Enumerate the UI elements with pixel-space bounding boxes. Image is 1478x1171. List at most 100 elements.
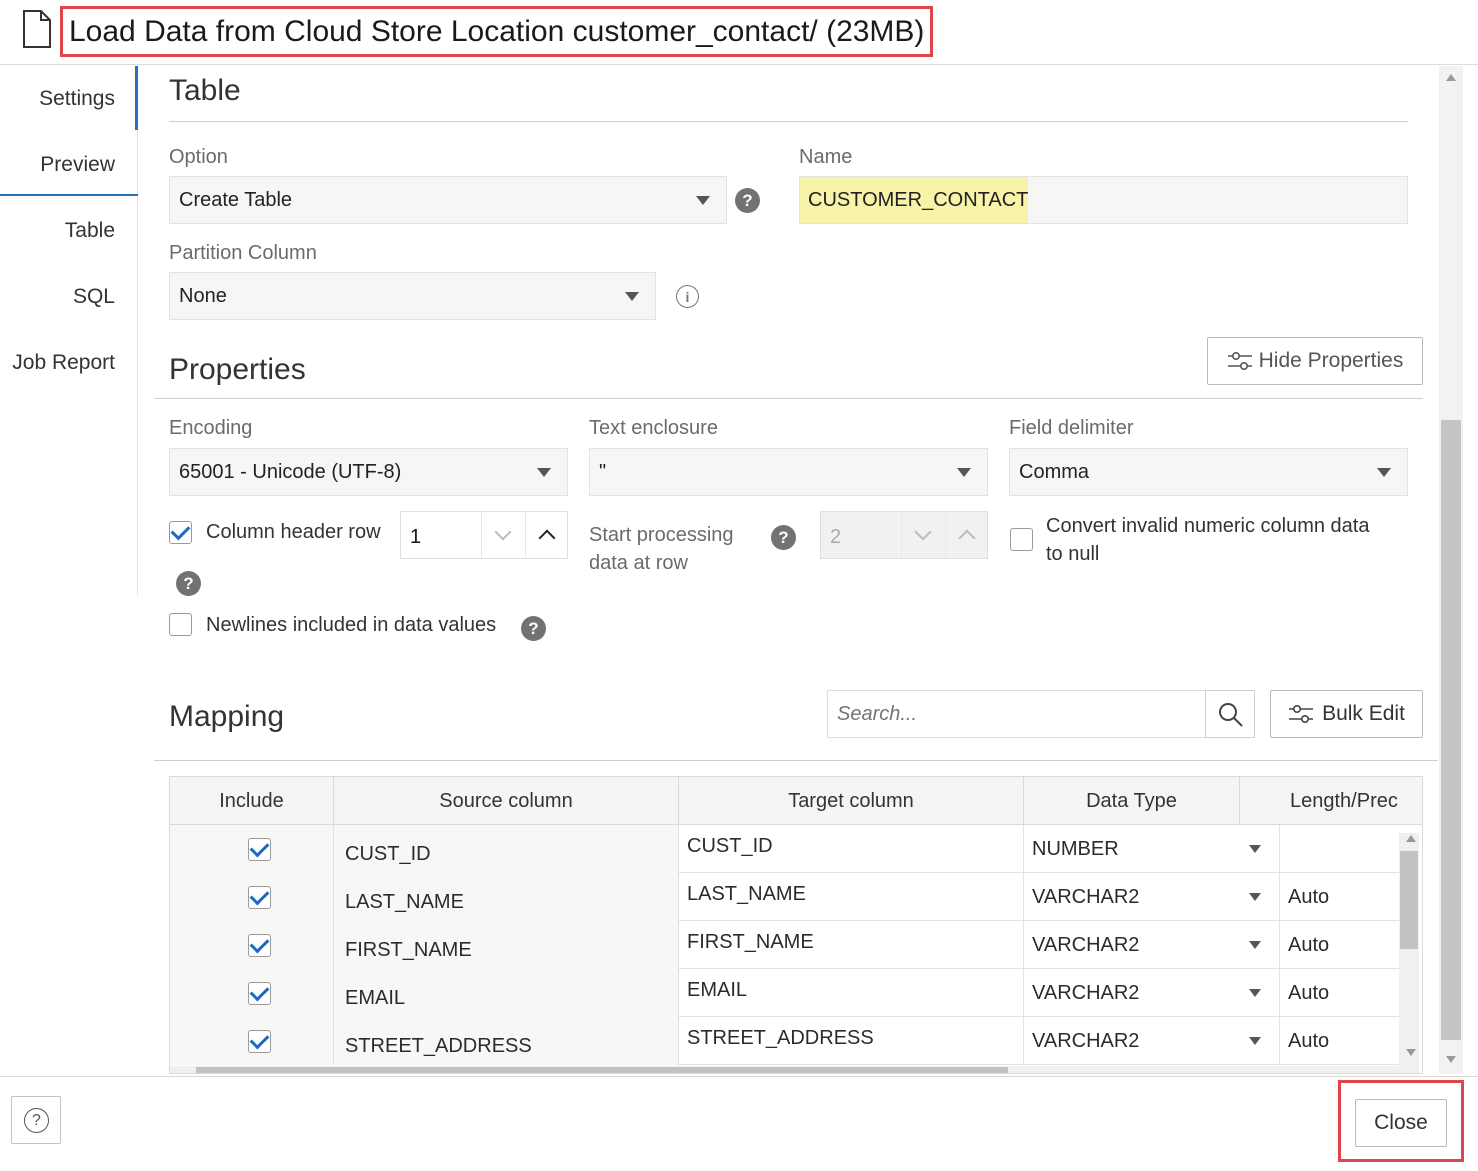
start-processing-stepper[interactable]: 2 [820,511,988,559]
column-header-stepper[interactable]: 1 [400,511,568,559]
bulk-edit-label: Bulk Edit [1322,702,1405,725]
panel-vertical-scrollbar[interactable] [1439,66,1463,1074]
include-checkbox[interactable] [248,886,271,909]
search-button[interactable] [1205,690,1255,738]
length-cell[interactable]: Auto [1280,1017,1400,1065]
column-header-data-type[interactable]: Data Type [1024,777,1240,825]
encoding-select[interactable]: 65001 - Unicode (UTF-8) [169,448,568,496]
mapping-heading: Mapping [169,700,285,733]
target-cell[interactable]: EMAIL [679,969,1024,1017]
include-checkbox[interactable] [248,934,271,957]
include-checkbox[interactable] [248,982,271,1005]
column-header-include[interactable]: Include [170,777,334,825]
data-type-value: VARCHAR2 [1032,1029,1140,1052]
bulk-edit-button[interactable]: Bulk Edit [1270,690,1423,738]
hide-properties-button[interactable]: Hide Properties [1207,337,1423,385]
chevron-down-icon [1377,468,1391,477]
include-checkbox[interactable] [248,838,271,861]
chevron-down-icon [1249,941,1261,949]
field-delimiter-select[interactable]: Comma [1009,448,1408,496]
column-header-source[interactable]: Source column [334,777,679,825]
data-type-cell[interactable]: NUMBER [1024,825,1280,873]
include-cell [170,1017,334,1065]
dialog-title: Load Data from Cloud Store Location cust… [69,14,925,48]
help-icon[interactable]: ? [521,616,546,641]
scrollbar-thumb[interactable] [1400,851,1418,949]
decrement-button[interactable] [481,512,523,558]
help-button[interactable]: ? [11,1096,61,1144]
help-icon[interactable]: ? [771,525,796,550]
length-cell[interactable]: Auto [1280,921,1400,969]
chevron-down-icon [696,196,710,205]
increment-button[interactable] [525,512,567,558]
chevron-down-icon [537,468,551,477]
target-cell[interactable]: FIRST_NAME [679,921,1024,969]
partition-select[interactable]: None [169,272,656,320]
data-type-cell[interactable]: VARCHAR2 [1024,921,1280,969]
search-input[interactable] [828,691,1204,737]
load-data-dialog: Load Data from Cloud Store Location cust… [0,0,1478,1171]
convert-null-label-line1: Convert invalid numeric column data [1046,515,1370,537]
newlines-label: Newlines included in data values [206,614,497,636]
column-header-target[interactable]: Target column [679,777,1024,825]
nav-item-settings[interactable]: Settings [39,87,115,111]
source-cell: CUST_ID [334,825,679,873]
table-heading: Table [169,74,241,107]
source-cell: STREET_ADDRESS [334,1017,679,1065]
chevron-down-icon [957,468,971,477]
length-cell[interactable]: Auto [1280,873,1400,921]
convert-null-checkbox[interactable] [1010,528,1033,551]
scrollbar-thumb[interactable] [1441,420,1461,1040]
option-select[interactable]: Create Table [169,176,727,224]
target-cell[interactable]: CUST_ID [679,825,1024,873]
newlines-checkbox[interactable] [169,613,192,636]
length-cell[interactable] [1280,825,1400,873]
column-header-length[interactable]: Length/Prec [1240,777,1400,825]
option-label: Option [169,146,228,168]
nav-item-preview[interactable]: Preview [40,153,115,177]
nav-item-table[interactable]: Table [65,219,115,243]
chevron-down-icon [1249,893,1261,901]
data-type-cell[interactable]: VARCHAR2 [1024,969,1280,1017]
dialog-footer: ? Close [0,1076,1478,1171]
increment-button[interactable] [945,512,987,558]
decrement-button[interactable] [901,512,943,558]
nav-item-sql[interactable]: SQL [73,285,115,309]
include-cell [170,969,334,1017]
partition-label: Partition Column [169,242,317,264]
close-button[interactable]: Close [1355,1099,1447,1147]
text-enclosure-value: " [599,460,607,483]
properties-heading: Properties [169,353,306,386]
nav-item-job-report[interactable]: Job Report [12,351,115,375]
data-type-cell[interactable]: VARCHAR2 [1024,873,1280,921]
scrollbar-thumb[interactable] [196,1067,1008,1073]
column-header-checkbox[interactable] [169,521,192,544]
nav-active-underline [0,194,138,196]
name-value: CUSTOMER_CONTACT [800,177,1028,223]
settings-panel: Table Option Create Table ? Name CUSTOME… [139,66,1439,1076]
text-enclosure-label: Text enclosure [589,417,718,439]
target-cell[interactable]: LAST_NAME [679,873,1024,921]
include-checkbox[interactable] [248,1030,271,1053]
data-type-cell[interactable]: VARCHAR2 [1024,1017,1280,1065]
text-enclosure-select[interactable]: " [589,448,988,496]
sliders-icon [1227,351,1252,371]
field-delimiter-value: Comma [1019,460,1090,483]
target-cell[interactable]: STREET_ADDRESS [679,1017,1024,1065]
name-input[interactable]: CUSTOMER_CONTACT [799,176,1408,224]
help-icon[interactable]: ? [176,571,201,596]
nav-active-indicator [135,66,138,130]
start-processing-label-line1: Start processing [589,524,734,546]
include-cell [170,873,334,921]
help-circle-icon: ? [24,1108,49,1133]
length-cell[interactable]: Auto [1280,969,1400,1017]
chevron-down-icon [494,523,511,541]
info-icon[interactable]: i [676,285,699,308]
source-cell: EMAIL [334,969,679,1017]
chevron-down-icon [1249,1037,1261,1045]
help-icon[interactable]: ? [735,188,760,213]
table-vertical-scrollbar[interactable] [1399,833,1419,1073]
mapping-table: Include Source column Target column Data… [169,776,1423,1074]
data-type-value: VARCHAR2 [1032,981,1140,1004]
table-horizontal-scrollbar[interactable] [170,1066,1400,1073]
